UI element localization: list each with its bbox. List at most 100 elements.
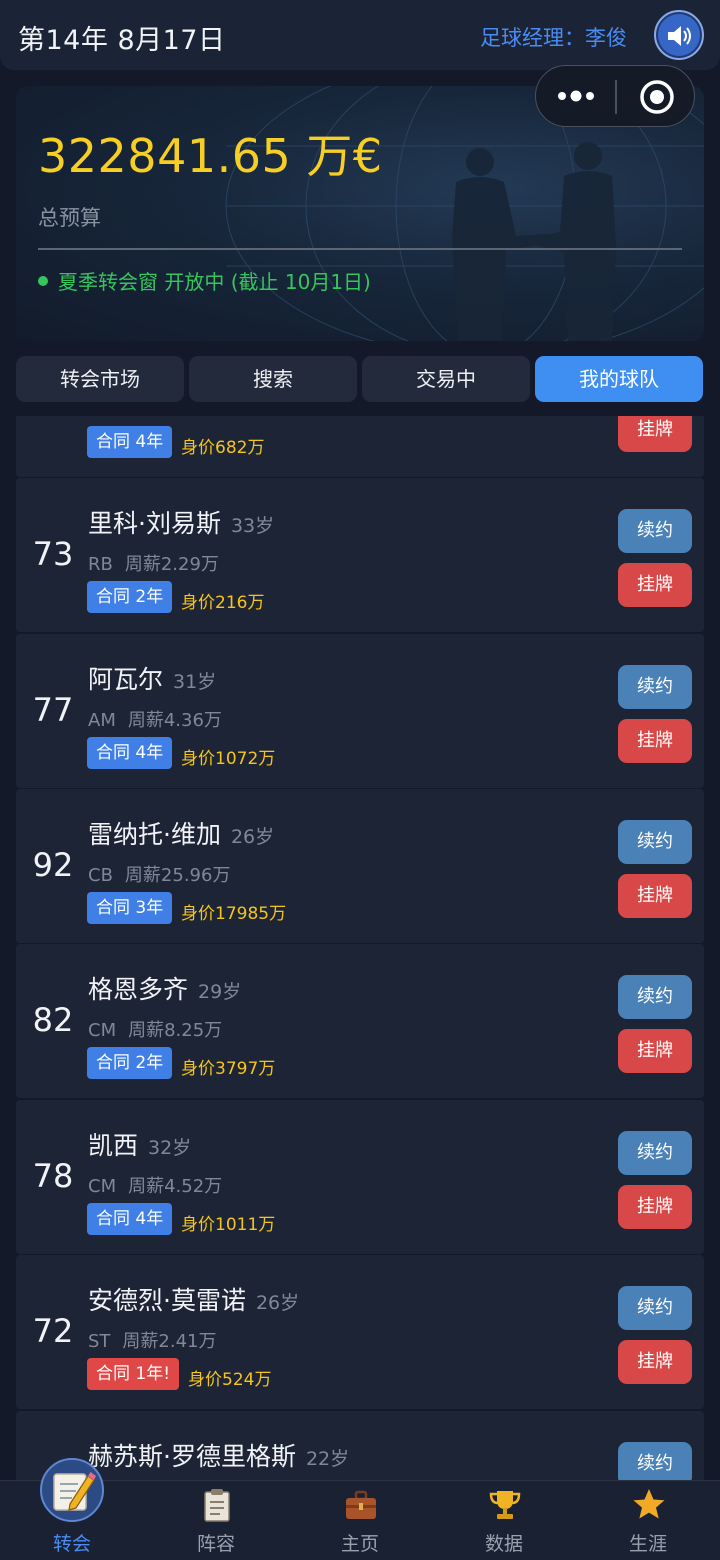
market-value: 身价3797万 bbox=[181, 1059, 276, 1079]
player-position: AM bbox=[88, 710, 116, 731]
player-position: CM bbox=[88, 1020, 117, 1041]
market-value: 身价17985万 bbox=[181, 904, 287, 924]
player-info: AM 周薪4.36万 bbox=[88, 706, 222, 732]
player-card[interactable]: 77 阿瓦尔 31岁 AM 周薪4.36万 合同 4年 身价1072万 续约 挂牌 bbox=[16, 634, 704, 788]
contract-badge: 合同 2年 bbox=[87, 581, 173, 613]
market-value: 身价682万 bbox=[181, 438, 265, 458]
renew-contract-button[interactable]: 续约 bbox=[618, 975, 692, 1019]
player-rating: 82 bbox=[32, 1001, 74, 1039]
sound-button[interactable] bbox=[654, 10, 704, 60]
nav-label: 主页 bbox=[340, 1533, 379, 1555]
player-name-row: 雷纳托·维加 26岁 bbox=[88, 815, 274, 851]
player-rating: 78 bbox=[32, 1157, 74, 1195]
list-for-sale-button[interactable]: 挂牌 bbox=[618, 1185, 692, 1229]
top-bar: 第14年 8月17日 足球经理：李俊 bbox=[0, 0, 720, 70]
player-card: 合同 4年 身价682万 挂牌 bbox=[16, 416, 704, 477]
player-name-row: 格恩多齐 29岁 bbox=[88, 970, 241, 1006]
player-info: ST 周薪2.41万 bbox=[88, 1327, 217, 1353]
player-name: 凯西 bbox=[88, 1131, 139, 1160]
contract-badge: 合同 4年 bbox=[87, 737, 173, 769]
capsule-divider bbox=[615, 80, 617, 114]
market-value: 身价1072万 bbox=[181, 749, 276, 769]
nav-label: 阵容 bbox=[196, 1533, 235, 1555]
player-name-row: 赫苏斯·罗德里格斯 22岁 bbox=[88, 1437, 349, 1473]
more-icon[interactable] bbox=[556, 83, 596, 109]
market-value: 身价524万 bbox=[188, 1370, 272, 1390]
renew-contract-button[interactable]: 续约 bbox=[618, 1442, 692, 1480]
renew-contract-button[interactable]: 续约 bbox=[618, 1286, 692, 1330]
star-icon bbox=[633, 1489, 665, 1519]
player-name: 安德烈·莫雷诺 bbox=[88, 1286, 246, 1315]
nav-squad[interactable]: 阵容 bbox=[144, 1481, 288, 1560]
list-for-sale-button[interactable]: 挂牌 bbox=[618, 874, 692, 918]
nav-label: 转会 bbox=[52, 1533, 91, 1555]
list-for-sale-button[interactable]: 挂牌 bbox=[618, 1340, 692, 1384]
contract-badge: 合同 2年 bbox=[87, 1047, 173, 1079]
player-name: 阿瓦尔 bbox=[88, 665, 164, 694]
contract-badge-expiring: 合同 1年! bbox=[87, 1358, 180, 1390]
player-info: CM 周薪4.52万 bbox=[88, 1172, 222, 1198]
player-wage: 周薪4.52万 bbox=[128, 1176, 223, 1197]
player-rating: 77 bbox=[32, 691, 74, 729]
briefcase-icon bbox=[346, 1490, 376, 1519]
player-card[interactable]: 72 安德烈·莫雷诺 26岁 ST 周薪2.41万 合同 1年! 身价524万 续约… bbox=[16, 1255, 704, 1409]
bottom-nav: 转会 阵容 主页 数据 生涯 bbox=[0, 1480, 720, 1560]
player-name-row: 里科·刘易斯 33岁 bbox=[88, 504, 274, 540]
player-name: 里科·刘易斯 bbox=[88, 509, 221, 538]
renew-contract-button[interactable]: 续约 bbox=[618, 665, 692, 709]
transfer-fab[interactable] bbox=[40, 1458, 104, 1522]
total-budget-label: 总预算 bbox=[38, 206, 101, 230]
player-age: 29岁 bbox=[198, 981, 242, 1003]
trophy-icon bbox=[489, 1491, 521, 1519]
player-card[interactable]: 82 格恩多齐 29岁 CM 周薪8.25万 合同 2年 身价3797万 续约 挂牌 bbox=[16, 944, 704, 1098]
player-age: 26岁 bbox=[255, 1292, 300, 1314]
player-wage: 周薪2.29万 bbox=[124, 554, 219, 575]
player-card[interactable]: 92 雷纳托·维加 26岁 CB 周薪25.96万 合同 3年 身价17985万 续… bbox=[16, 789, 704, 943]
market-value: 身价1011万 bbox=[181, 1215, 276, 1235]
renew-contract-button[interactable]: 续约 bbox=[618, 820, 692, 864]
game-date: 第14年 8月17日 bbox=[18, 25, 226, 56]
total-budget-amount: 322841.65 万€ bbox=[38, 129, 383, 183]
divider bbox=[38, 248, 682, 250]
tab-my-team[interactable]: 我的球队 bbox=[535, 356, 703, 402]
player-list[interactable]: 合同 4年 身价682万 挂牌 73 里科·刘易斯 33岁 RB 周薪2.29万 合… bbox=[16, 416, 704, 1480]
transfer-window-text: 夏季转会窗 开放中 (截止 10月1日) bbox=[58, 270, 371, 294]
renew-contract-button[interactable]: 续约 bbox=[618, 509, 692, 553]
list-for-sale-button[interactable]: 挂牌 bbox=[618, 1029, 692, 1073]
player-age: 22岁 bbox=[305, 1448, 350, 1470]
player-card[interactable]: 78 凯西 32岁 CM 周薪4.52万 合同 4年 身价1011万 续约 挂牌 bbox=[16, 1100, 704, 1254]
player-position: RB bbox=[88, 554, 113, 575]
close-target-icon[interactable] bbox=[639, 79, 675, 115]
player-info: RB 周薪2.29万 bbox=[88, 550, 219, 576]
player-info: CM 周薪8.25万 bbox=[88, 1016, 222, 1042]
contract-badge: 合同 4年 bbox=[87, 426, 173, 458]
menu-capsule bbox=[535, 65, 695, 127]
tab-trading[interactable]: 交易中 bbox=[362, 356, 530, 402]
player-card[interactable]: 赫苏斯·罗德里格斯 22岁 续约 bbox=[16, 1411, 704, 1480]
player-info: CB 周薪25.96万 bbox=[88, 861, 230, 887]
market-value: 身价216万 bbox=[181, 593, 265, 613]
player-name: 赫苏斯·罗德里格斯 bbox=[88, 1442, 296, 1471]
player-wage: 周薪8.25万 bbox=[128, 1020, 223, 1041]
pencil-note-icon bbox=[53, 1472, 96, 1511]
speaker-icon bbox=[668, 26, 691, 46]
list-for-sale-button[interactable]: 挂牌 bbox=[618, 719, 692, 763]
contract-badge: 合同 3年 bbox=[87, 892, 173, 924]
player-name: 格恩多齐 bbox=[88, 975, 189, 1004]
tab-transfer-market[interactable]: 转会市场 bbox=[16, 356, 184, 402]
nav-data[interactable]: 数据 bbox=[432, 1481, 576, 1560]
list-for-sale-button[interactable]: 挂牌 bbox=[618, 416, 692, 452]
list-for-sale-button[interactable]: 挂牌 bbox=[618, 563, 692, 607]
manager-name[interactable]: 足球经理：李俊 bbox=[480, 22, 627, 52]
player-rating: 73 bbox=[32, 535, 74, 573]
player-age: 33岁 bbox=[230, 515, 275, 537]
player-position: ST bbox=[88, 1331, 111, 1352]
nav-home[interactable]: 主页 bbox=[288, 1481, 432, 1560]
nav-career[interactable]: 生涯 bbox=[576, 1481, 720, 1560]
transfer-window-status: 夏季转会窗 开放中 (截止 10月1日) bbox=[38, 266, 371, 295]
renew-contract-button[interactable]: 续约 bbox=[618, 1131, 692, 1175]
player-wage: 周薪2.41万 bbox=[122, 1331, 217, 1352]
tab-search[interactable]: 搜索 bbox=[189, 356, 357, 402]
player-card[interactable]: 73 里科·刘易斯 33岁 RB 周薪2.29万 合同 2年 身价216万 续约 挂… bbox=[16, 478, 704, 632]
player-wage: 周薪25.96万 bbox=[124, 865, 231, 886]
